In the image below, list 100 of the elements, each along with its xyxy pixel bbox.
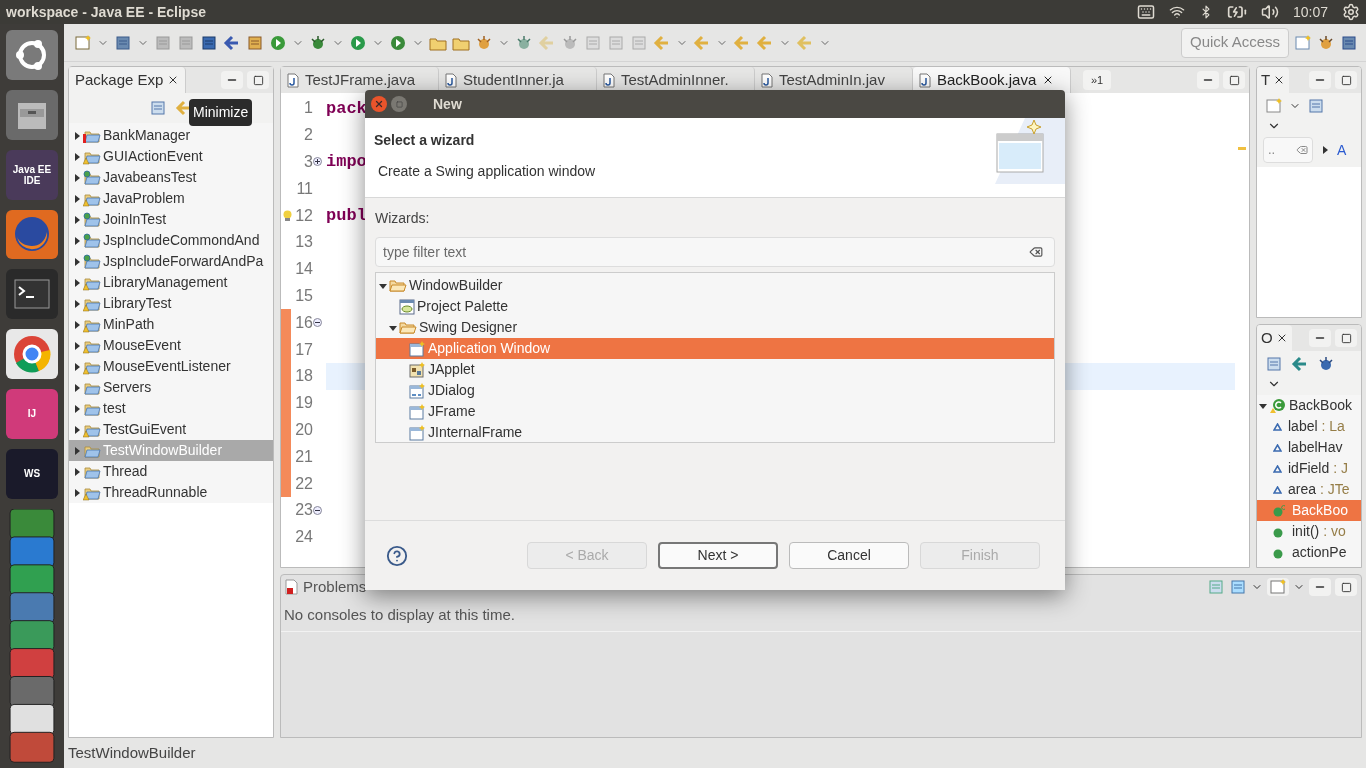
clock[interactable]: 10:07 bbox=[1292, 1, 1328, 23]
maximize-button[interactable] bbox=[1335, 71, 1357, 89]
outline-member-item[interactable]: label : La bbox=[1257, 416, 1361, 437]
chrome-launcher-icon[interactable] bbox=[6, 329, 58, 380]
wizard-tree-item[interactable]: JFrame bbox=[376, 401, 1054, 422]
minimize-button[interactable] bbox=[1309, 329, 1331, 347]
project-tree-item[interactable]: Thread bbox=[69, 461, 273, 482]
project-tree-item[interactable]: JoinInTest bbox=[69, 209, 273, 230]
toolbar-icon[interactable] bbox=[309, 33, 327, 52]
project-tree-item[interactable]: LibraryManagement bbox=[69, 272, 273, 293]
settings-icon[interactable] bbox=[1342, 3, 1360, 21]
outline-member-item[interactable]: labelHav bbox=[1257, 437, 1361, 458]
expand-arrow-icon[interactable] bbox=[73, 131, 81, 140]
files-launcher-icon[interactable] bbox=[6, 89, 58, 140]
collapse-fold-icon[interactable] bbox=[313, 505, 322, 515]
window-icon bbox=[409, 340, 426, 357]
expand-arrow-icon[interactable] bbox=[73, 488, 81, 497]
webstorm-launcher-icon[interactable]: WS bbox=[6, 448, 58, 499]
project-tree-item[interactable]: MinPath bbox=[69, 314, 273, 335]
expand-arrow-icon[interactable] bbox=[73, 383, 81, 392]
expand-arrow-icon[interactable] bbox=[1259, 401, 1267, 410]
problems-tab[interactable]: Problems bbox=[281, 575, 371, 599]
outline-tab[interactable]: O bbox=[1257, 325, 1292, 351]
toolbar-icon[interactable] bbox=[200, 33, 218, 52]
minimize-button[interactable] bbox=[1309, 71, 1331, 89]
line-number: 3 bbox=[303, 152, 313, 172]
minimize-button[interactable] bbox=[1309, 578, 1331, 596]
dialog-button[interactable]: Cancel bbox=[789, 542, 909, 569]
expand-arrow-icon[interactable] bbox=[73, 215, 81, 224]
outline-member-item[interactable]: actionPe bbox=[1257, 542, 1361, 563]
minimize-button[interactable] bbox=[1197, 71, 1219, 89]
filter-field[interactable]: .. bbox=[1263, 137, 1313, 163]
wizard-tree-item[interactable]: JInternalFrame bbox=[376, 422, 1054, 443]
project-tree-item[interactable]: JavaProblem bbox=[69, 188, 273, 209]
java-file-icon bbox=[603, 72, 615, 88]
wifi-icon[interactable] bbox=[1168, 4, 1185, 20]
filter-field[interactable]: type filter text bbox=[375, 237, 1055, 267]
expand-arrow-icon[interactable] bbox=[73, 278, 81, 287]
expand-arrow-icon[interactable] bbox=[73, 341, 81, 350]
project-tree-item[interactable]: test bbox=[69, 398, 273, 419]
expand-arrow-icon[interactable] bbox=[73, 173, 81, 182]
project-tree-item[interactable]: MouseEventListener bbox=[69, 356, 273, 377]
expand-arrow-icon[interactable] bbox=[73, 425, 81, 434]
clear-icon[interactable] bbox=[1296, 144, 1308, 156]
ubuntu-launcher-icon[interactable] bbox=[6, 30, 58, 80]
wizard-tree-item[interactable]: JDialog bbox=[376, 380, 1054, 401]
expand-arrow-icon[interactable] bbox=[73, 446, 81, 455]
collapse-fold-icon[interactable] bbox=[313, 318, 322, 328]
project-tree-item[interactable]: MouseEvent bbox=[69, 335, 273, 356]
expand-arrow-icon[interactable] bbox=[73, 362, 81, 371]
wizard-tree-item[interactable]: JApplet bbox=[376, 359, 1054, 380]
project-tree-item[interactable]: ThreadRunnable bbox=[69, 482, 273, 503]
wizard-tree-item[interactable]: WindowBuilder bbox=[376, 275, 1054, 296]
outline-member-item[interactable]: area : JTe bbox=[1257, 479, 1361, 500]
clear-icon[interactable] bbox=[1029, 245, 1043, 259]
expand-arrow-icon[interactable] bbox=[73, 299, 81, 308]
maximize-button[interactable] bbox=[1335, 329, 1357, 347]
wizard-tree-item[interactable]: Swing Designer bbox=[376, 317, 1054, 338]
project-tree-item[interactable]: JspIncludeCommondAnd bbox=[69, 230, 273, 251]
project-tree-item[interactable]: BankManager bbox=[69, 125, 273, 146]
expand-arrow-icon[interactable] bbox=[73, 257, 81, 266]
project-folder-icon bbox=[83, 211, 101, 228]
project-tree-item[interactable]: GUIActionEvent bbox=[69, 146, 273, 167]
type-hierarchy-tab[interactable]: T bbox=[1257, 67, 1290, 93]
project-tree-item[interactable]: Servers bbox=[69, 377, 273, 398]
keyboard-icon[interactable] bbox=[1136, 3, 1155, 21]
expand-fold-icon[interactable] bbox=[313, 157, 322, 167]
firefox-launcher-icon[interactable] bbox=[6, 209, 58, 260]
project-tree-item[interactable]: TestGuiEvent bbox=[69, 419, 273, 440]
close-button[interactable] bbox=[371, 96, 387, 112]
volume-icon[interactable] bbox=[1260, 3, 1279, 21]
expand-arrow-icon[interactable] bbox=[73, 467, 81, 476]
tab-overflow-button[interactable]: »1 bbox=[1083, 70, 1112, 90]
expand-arrow-icon[interactable] bbox=[1321, 146, 1329, 154]
help-icon[interactable] bbox=[386, 544, 408, 567]
wizard-tree-item[interactable]: Project Palette bbox=[376, 296, 1054, 317]
expand-arrow-icon[interactable] bbox=[73, 152, 81, 161]
project-tree-item[interactable]: JavabeansTest bbox=[69, 167, 273, 188]
outline-member-item[interactable]: idField : J bbox=[1257, 458, 1361, 479]
dialog-button[interactable]: Next > bbox=[658, 542, 778, 569]
expand-arrow-icon[interactable] bbox=[73, 404, 81, 413]
expand-arrow-icon[interactable] bbox=[73, 320, 81, 329]
expand-arrow-icon[interactable] bbox=[73, 194, 81, 203]
terminal-launcher-icon[interactable] bbox=[6, 269, 58, 320]
project-tree-item[interactable]: LibraryTest bbox=[69, 293, 273, 314]
outline-member-item[interactable]: init() : vo bbox=[1257, 521, 1361, 542]
maximize-button[interactable] bbox=[247, 71, 269, 89]
intellij-launcher-icon[interactable]: IJ bbox=[6, 389, 58, 439]
expand-arrow-icon[interactable] bbox=[389, 323, 397, 332]
maximize-button[interactable] bbox=[1335, 578, 1357, 596]
editor-tab[interactable]: BackBook.java bbox=[913, 67, 1071, 93]
eclipse-launcher-icon[interactable]: Java EE IDE bbox=[6, 149, 58, 200]
minimize-button[interactable] bbox=[221, 71, 243, 89]
expand-arrow-icon[interactable] bbox=[73, 236, 81, 245]
project-tree-item[interactable]: JspIncludeForwardAndPa bbox=[69, 251, 273, 272]
outline-class-item[interactable]: BackBook bbox=[1257, 395, 1361, 416]
package-explorer-tab[interactable]: Package Exp bbox=[69, 67, 187, 93]
expand-arrow-icon[interactable] bbox=[379, 281, 387, 290]
maximize-button[interactable] bbox=[1223, 71, 1245, 89]
type-link[interactable]: A bbox=[1337, 139, 1347, 161]
